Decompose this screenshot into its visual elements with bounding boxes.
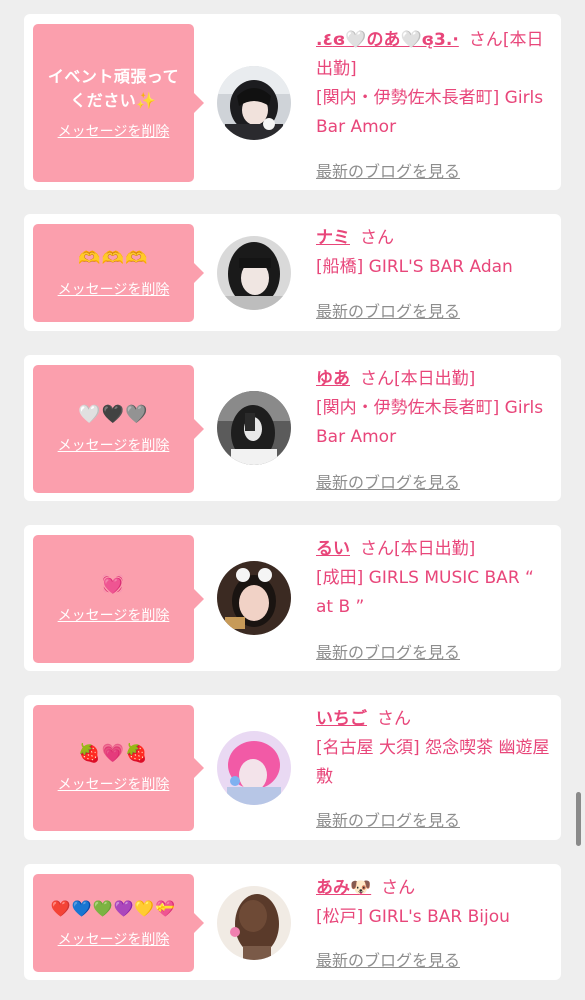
latest-blog-link[interactable]: 最新のブログを見る xyxy=(316,469,460,493)
honorific: さん xyxy=(468,30,503,50)
message-text: 🫶🫶🫶 xyxy=(78,248,149,269)
message-bubble: ❤️💙💚💜💛💝 メッセージを削除 xyxy=(33,874,204,972)
message-bubble: 🫶🫶🫶 メッセージを削除 xyxy=(33,224,204,322)
delete-message-link[interactable]: メッセージを削除 xyxy=(58,279,170,299)
message-card: 🫶🫶🫶 メッセージを削除 ナミ さん [船橋] GIRL'S BAR Adan 最… xyxy=(24,214,561,331)
message-bubble: 🍓💗🍓 メッセージを削除 xyxy=(33,705,204,831)
delete-message-link[interactable]: メッセージを削除 xyxy=(58,774,170,794)
delete-message-link[interactable]: メッセージを削除 xyxy=(58,435,170,455)
avatar[interactable] xyxy=(217,66,291,140)
message-text: イベント頑張って ください✨ xyxy=(47,67,180,110)
status-badge: [本日出勤] xyxy=(394,369,476,389)
honorific: さん xyxy=(360,369,394,389)
cast-name-link[interactable]: いちご xyxy=(316,709,367,729)
message-bubble: 🤍🖤🩶 メッセージを削除 xyxy=(33,365,204,493)
avatar[interactable] xyxy=(217,391,291,465)
message-card: 🤍🖤🩶 メッセージを削除 ゆあ さん[本日出勤] [関内・伊勢佐木長者町] Gir… xyxy=(24,355,561,501)
cast-name-link[interactable]: ナミ xyxy=(316,228,350,248)
scrollbar[interactable] xyxy=(576,792,581,846)
avatar[interactable] xyxy=(217,731,291,805)
avatar[interactable] xyxy=(217,886,291,960)
cast-name-link[interactable]: あみ🐶 xyxy=(316,878,371,898)
delete-message-link[interactable]: メッセージを削除 xyxy=(58,605,170,625)
avatar[interactable] xyxy=(217,561,291,635)
avatar[interactable] xyxy=(217,236,291,310)
honorific: さん xyxy=(377,709,411,729)
cast-info: .٤ɞ🤍のあ🤍ɞ̨3.· さん[本日出勤] [関内・伊勢佐木長者町] Girls … xyxy=(316,26,552,142)
shop-name: [船橋] GIRL'S BAR Adan xyxy=(316,257,513,277)
message-text: 🍓💗🍓 xyxy=(78,743,149,764)
message-text: 🤍🖤🩶 xyxy=(78,404,149,425)
cast-name-link[interactable]: ゆあ xyxy=(316,369,350,389)
latest-blog-link[interactable]: 最新のブログを見る xyxy=(316,158,460,182)
delete-message-link[interactable]: メッセージを削除 xyxy=(58,121,170,141)
latest-blog-link[interactable]: 最新のブログを見る xyxy=(316,298,460,322)
shop-name: [成田] GIRLS MUSIC BAR “ at B ” xyxy=(316,568,534,617)
cast-name-link[interactable]: .٤ɞ🤍のあ🤍ɞ̨3.· xyxy=(316,30,459,50)
message-bubble: イベント頑張って ください✨ メッセージを削除 xyxy=(33,24,204,182)
cast-name-link[interactable]: るい xyxy=(316,539,350,559)
message-list-page: イベント頑張って ください✨ メッセージを削除 .٤ɞ🤍のあ🤍ɞ̨3.· さん[本… xyxy=(0,0,585,1000)
latest-blog-link[interactable]: 最新のブログを見る xyxy=(316,947,460,971)
cast-info: るい さん[本日出勤] [成田] GIRLS MUSIC BAR “ at B ” xyxy=(316,535,552,622)
cast-info: いちご さん [名古屋 大須] 怨念喫茶 幽遊屋敷 xyxy=(316,705,552,792)
shop-name: [松戸] GIRL's BAR Bijou xyxy=(316,907,510,927)
cast-info: あみ🐶 さん [松戸] GIRL's BAR Bijou xyxy=(316,874,552,932)
latest-blog-link[interactable]: 最新のブログを見る xyxy=(316,639,460,663)
shop-name: [関内・伊勢佐木長者町] Girls Bar Amor xyxy=(316,88,544,137)
honorific: さん xyxy=(360,539,394,559)
message-card: 🍓💗🍓 メッセージを削除 いちご さん [名古屋 大須] 怨念喫茶 幽遊屋敷 最新… xyxy=(24,695,561,840)
delete-message-link[interactable]: メッセージを削除 xyxy=(58,929,170,949)
honorific: さん xyxy=(360,228,394,248)
message-card: 💓 メッセージを削除 るい さん[本日出勤] [成田] GIRLS MUSIC B… xyxy=(24,525,561,671)
message-card: ❤️💙💚💜💛💝 メッセージを削除 あみ🐶 さん [松戸] GIRL's BAR B… xyxy=(24,864,561,980)
cast-info: ナミ さん [船橋] GIRL'S BAR Adan xyxy=(316,224,552,282)
status-badge: [本日出勤] xyxy=(394,539,476,559)
shop-name: [名古屋 大須] 怨念喫茶 幽遊屋敷 xyxy=(316,738,550,787)
message-text: 💓 xyxy=(101,574,126,595)
honorific: さん xyxy=(381,878,416,898)
message-text: ❤️💙💚💜💛💝 xyxy=(50,899,177,918)
message-card: イベント頑張って ください✨ メッセージを削除 .٤ɞ🤍のあ🤍ɞ̨3.· さん[本… xyxy=(24,14,561,190)
message-bubble: 💓 メッセージを削除 xyxy=(33,535,204,663)
latest-blog-link[interactable]: 最新のブログを見る xyxy=(316,807,460,831)
shop-name: [関内・伊勢佐木長者町] Girls Bar Amor xyxy=(316,398,544,447)
cast-info: ゆあ さん[本日出勤] [関内・伊勢佐木長者町] Girls Bar Amor xyxy=(316,365,552,452)
